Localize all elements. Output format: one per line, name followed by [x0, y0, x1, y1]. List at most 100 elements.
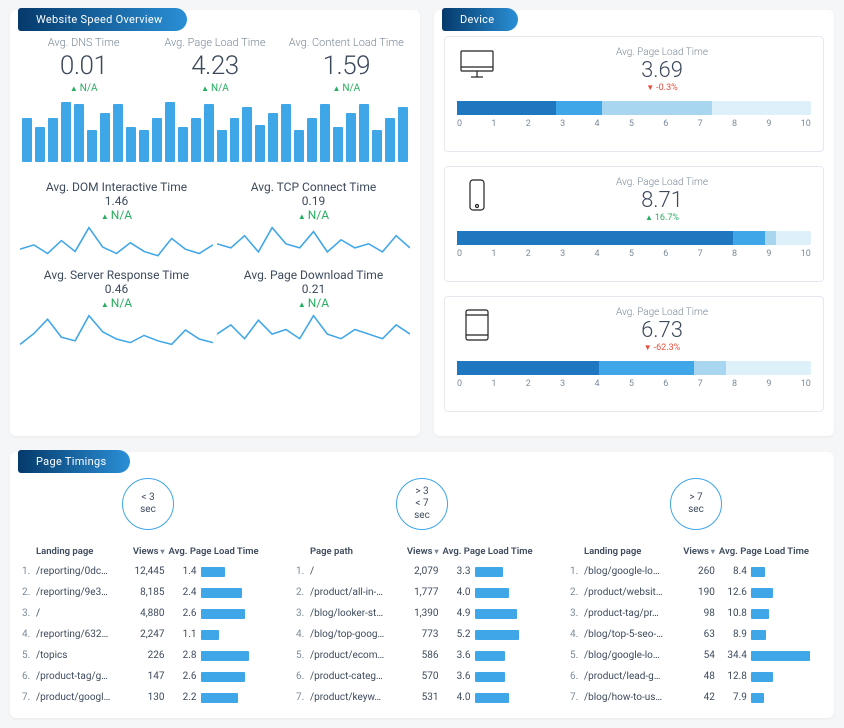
col-load[interactable]: Avg. Page Load Time — [441, 542, 550, 561]
table-row[interactable]: 6. /product/lead-g… 48 12.8 — [568, 666, 824, 687]
row-views: 130 — [125, 687, 166, 708]
table-row[interactable]: 2. /product/websit… 190 12.6 — [568, 582, 824, 603]
metric-label: Avg. DOM Interactive Time — [20, 180, 213, 194]
col-load[interactable]: Avg. Page Load Time — [167, 542, 276, 561]
table-row[interactable]: 4. /blog/top-5-seo-… 63 8.9 — [568, 624, 824, 645]
bar — [74, 104, 84, 162]
bar — [100, 113, 110, 162]
col-path[interactable]: Landing page — [582, 542, 676, 561]
bar — [294, 130, 304, 162]
device-metric-label: Avg. Page Load Time — [513, 47, 811, 58]
row-path: /product/keyw… — [308, 687, 399, 708]
metric-label: Avg. Page Download Time — [217, 268, 410, 282]
row-index: 6. — [568, 666, 582, 687]
col-path[interactable]: Landing page — [34, 542, 125, 561]
device-row-desktop: Avg. Page Load Time 3.69 -0.3% 012345678… — [444, 36, 824, 152]
table-row[interactable]: 3. /blog/looker-st… 1,390 4.9 — [294, 603, 550, 624]
sparkline — [20, 226, 213, 262]
timings-bucket-2: > 7sec Landing page Views Avg. Page Load… — [568, 478, 824, 708]
row-index: 4. — [568, 624, 582, 645]
row-index: 3. — [294, 603, 308, 624]
row-views: 1,777 — [399, 582, 441, 603]
table-row[interactable]: 6. /product-categ… 570 3.6 — [294, 666, 550, 687]
row-load: 8.4 — [717, 561, 824, 582]
row-path: /topics — [34, 645, 125, 666]
row-load: 12.8 — [717, 666, 824, 687]
device-metric-delta: -0.3% — [513, 83, 811, 93]
device-axis: 012345678910 — [457, 119, 811, 129]
device-metric-value: 8.71 — [513, 188, 811, 213]
dom-tcp-row: Avg. DOM Interactive Time 1.46 N/A Avg. … — [20, 180, 410, 262]
row-load: 3.6 — [441, 645, 550, 666]
device-row-tablet: Avg. Page Load Time 6.73 -62.3% 01234567… — [444, 296, 824, 412]
device-hbar — [457, 231, 811, 245]
table-row[interactable]: 5. /blog/google-lo… 54 34.4 — [568, 645, 824, 666]
metric: Avg. Content Load Time 1.59 N/A — [283, 36, 410, 94]
metric-value: 1.46 — [20, 194, 213, 208]
row-load: 5.2 — [441, 624, 550, 645]
row-views: 42 — [676, 687, 717, 708]
table-row[interactable]: 3. / 4,880 2.6 — [20, 603, 276, 624]
metric-value: 0.46 — [20, 282, 213, 296]
metric-value: 0.19 — [217, 194, 410, 208]
table-row[interactable]: 7. /product/keyw… 531 4.0 — [294, 687, 550, 708]
col-views[interactable]: Views — [676, 542, 717, 561]
table-row[interactable]: 2. /product/all-in-… 1,777 4.0 — [294, 582, 550, 603]
table-row[interactable]: 5. /topics 226 2.8 — [20, 645, 276, 666]
row-load: 4.0 — [441, 687, 550, 708]
table-row[interactable]: 4. /blog/top-goog… 773 5.2 — [294, 624, 550, 645]
table-row[interactable]: 1. /reporting/0dc… 12,445 1.4 — [20, 561, 276, 582]
bucket-label: < 3sec — [122, 478, 174, 530]
col-path[interactable]: Page path — [308, 542, 399, 561]
device-row-mobile: Avg. Page Load Time 8.71 16.7% 012345678… — [444, 166, 824, 282]
sparkline — [20, 314, 213, 350]
row-views: 63 — [676, 624, 717, 645]
row-load: 2.2 — [167, 687, 276, 708]
row-index: 6. — [20, 666, 34, 687]
row-path: /blog/looker-st… — [308, 603, 399, 624]
table-row[interactable]: 1. / 2,079 3.3 — [294, 561, 550, 582]
tablet-icon — [457, 307, 497, 343]
bar — [268, 113, 278, 162]
row-load: 4.0 — [441, 582, 550, 603]
metric: Avg. Page Load Time 4.23 N/A — [151, 36, 278, 94]
table-row[interactable]: 7. /blog/how-to-us… 42 7.9 — [568, 687, 824, 708]
device-axis: 012345678910 — [457, 249, 811, 259]
timings-table: Page path Views Avg. Page Load Time 1. /… — [294, 542, 550, 708]
metric-label: Avg. TCP Connect Time — [217, 180, 410, 194]
bar — [281, 104, 291, 162]
row-path: / — [34, 603, 125, 624]
table-row[interactable]: 3. /product-tag/pr… 98 10.8 — [568, 603, 824, 624]
speed-top-metrics: Avg. DNS Time 0.01 N/A Avg. Page Load Ti… — [20, 36, 410, 94]
table-row[interactable]: 6. /product-tag/g… 147 2.6 — [20, 666, 276, 687]
row-index: 1. — [568, 561, 582, 582]
table-row[interactable]: 7. /product/googl… 130 2.2 — [20, 687, 276, 708]
mobile-icon — [457, 177, 497, 213]
table-row[interactable]: 4. /reporting/632… 2,247 1.1 — [20, 624, 276, 645]
col-load[interactable]: Avg. Page Load Time — [717, 542, 824, 561]
col-views[interactable]: Views — [125, 542, 166, 561]
row-views: 54 — [676, 645, 717, 666]
row-views: 147 — [125, 666, 166, 687]
row-views: 531 — [399, 687, 441, 708]
bar — [87, 130, 97, 162]
table-row[interactable]: 1. /blog/google-lo… 260 8.4 — [568, 561, 824, 582]
metric-value: 1.59 — [283, 51, 410, 81]
bar — [22, 118, 32, 162]
table-row[interactable]: 5. /product/ecom… 586 3.6 — [294, 645, 550, 666]
row-path: /product/ecom… — [308, 645, 399, 666]
row-load: 3.3 — [441, 561, 550, 582]
timings-bucket-1: > 3< 7sec Page path Views Avg. Page Load… — [294, 478, 550, 708]
row-index: 5. — [568, 645, 582, 666]
table-row[interactable]: 2. /reporting/9e3… 8,185 2.4 — [20, 582, 276, 603]
row-views: 260 — [676, 561, 717, 582]
bar — [191, 118, 201, 162]
col-views[interactable]: Views — [399, 542, 441, 561]
bar — [320, 104, 330, 162]
page-timings-card: Page Timings < 3sec Landing page Views A… — [10, 452, 834, 718]
row-index: 3. — [568, 603, 582, 624]
row-load: 12.6 — [717, 582, 824, 603]
row-index: 5. — [20, 645, 34, 666]
metric-delta: N/A — [151, 83, 278, 94]
timings-table: Landing page Views Avg. Page Load Time 1… — [568, 542, 824, 708]
